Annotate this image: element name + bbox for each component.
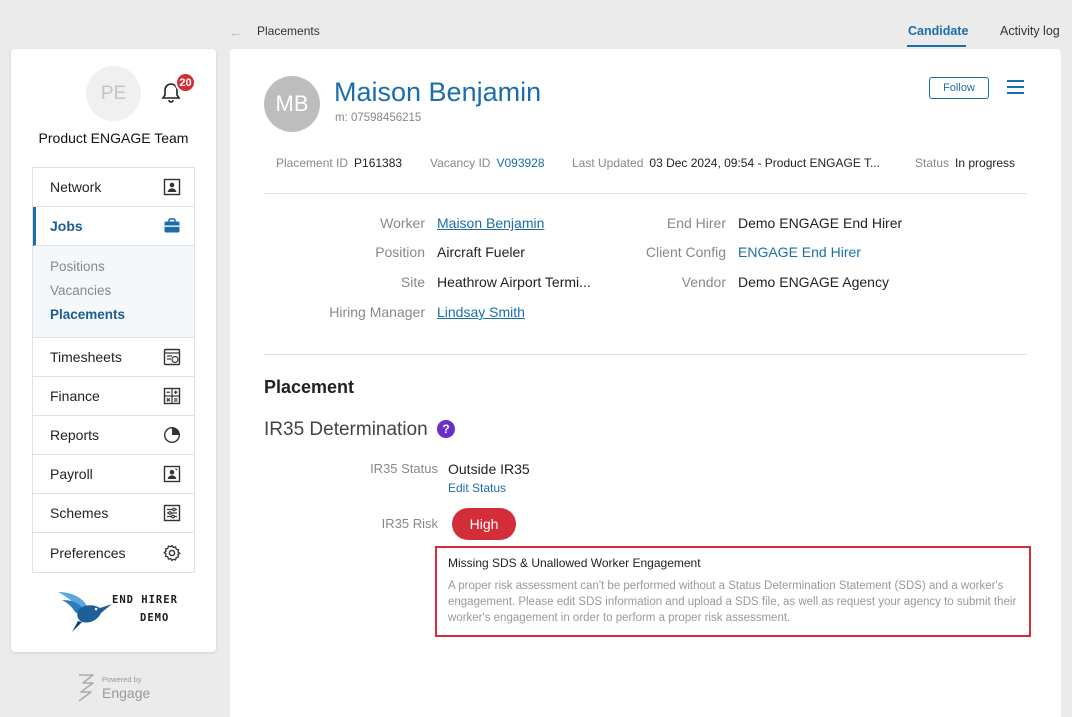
client-config-link[interactable]: ENGAGE End Hirer	[738, 244, 861, 260]
divider	[264, 193, 1027, 194]
vacancy-id-link[interactable]: V093928	[496, 156, 544, 170]
tab-activity-log[interactable]: Activity log	[1000, 24, 1060, 38]
payroll-icon	[163, 465, 181, 483]
ir35-determination-title: IR35 Determination	[264, 419, 428, 440]
meta-last-updated: Last Updated 03 Dec 2024, 09:54 - Product…	[572, 156, 880, 170]
candidate-name: Maison Benjamin	[334, 77, 542, 107]
ir35-risk-label: IR35 Risk	[381, 516, 438, 531]
hamburger-menu-icon[interactable]	[1007, 80, 1024, 94]
meta-label: Last Updated	[572, 156, 644, 170]
sidebar: PE 20 Product ENGAGE Team Network Jobs P…	[11, 49, 216, 652]
timesheet-icon	[163, 348, 181, 366]
field-label-client-config: Client Config	[645, 244, 726, 260]
field-value-site: Heathrow Airport Termi...	[437, 274, 591, 290]
team-name: Product ENGAGE Team	[38, 130, 189, 146]
field-label-vendor: Vendor	[681, 274, 726, 290]
main-panel: MB Maison Benjamin m: 07598456215 Follow…	[230, 49, 1061, 717]
tab-candidate[interactable]: Candidate	[908, 24, 968, 38]
sidebar-item-preferences[interactable]: Preferences	[33, 533, 194, 572]
meta-value: P161383	[354, 156, 403, 170]
ir35-status-value: Outside IR35	[448, 461, 530, 477]
powered-by-engage: Powered by Engage	[75, 672, 155, 706]
meta-status: Status In progress	[915, 156, 1015, 170]
sidebar-item-jobs[interactable]: Jobs	[33, 207, 194, 246]
notification-badge[interactable]: 20	[175, 72, 196, 93]
sidebar-item-label: Timesheets	[50, 349, 122, 365]
meta-vacancy-id: Vacancy ID V093928	[430, 156, 545, 170]
powered-by-label: Powered by	[102, 675, 142, 684]
field-label-hiring-manager: Hiring Manager	[329, 304, 425, 320]
subnav-item-placements[interactable]: Placements	[50, 303, 194, 327]
alert-title: Missing SDS & Unallowed Worker Engagemen…	[448, 556, 701, 570]
briefcase-icon	[164, 218, 180, 233]
sidebar-item-label: Reports	[50, 427, 100, 443]
sidebar-nav: Network Jobs Positions Vacancies Placeme…	[32, 167, 195, 573]
team-avatar[interactable]: PE	[86, 66, 141, 121]
help-icon[interactable]: ?	[437, 420, 455, 438]
gear-icon	[163, 544, 181, 561]
field-label-position: Position	[375, 244, 425, 260]
risk-badge: High	[452, 508, 516, 540]
hiring-manager-link[interactable]: Lindsay Smith	[437, 304, 525, 320]
end-hirer-logo: END HIRER DEMO	[54, 586, 184, 634]
jobs-subnav: Positions Vacancies Placements	[33, 246, 194, 338]
contact-card-icon	[163, 178, 181, 196]
subnav-item-positions[interactable]: Positions	[50, 255, 194, 279]
field-value-end-hirer: Demo ENGAGE End Hirer	[738, 215, 903, 231]
pie-chart-icon	[163, 426, 181, 444]
field-label-end-hirer: End Hirer	[666, 215, 726, 231]
active-tab-underline	[907, 45, 966, 47]
sidebar-item-label: Preferences	[50, 544, 126, 561]
engage-logo-icon	[78, 674, 94, 702]
field-value-vendor: Demo ENGAGE Agency	[738, 274, 889, 290]
status-value: In progress	[955, 156, 1016, 170]
back-arrow-icon[interactable]: ←	[229, 24, 243, 40]
sidebar-item-timesheets[interactable]: Timesheets	[33, 338, 194, 377]
sidebar-item-label: Finance	[50, 388, 100, 404]
subnav-item-vacancies[interactable]: Vacancies	[50, 279, 194, 303]
sidebar-item-finance[interactable]: Finance	[33, 377, 194, 416]
meta-placement-id: Placement ID P161383	[276, 156, 402, 170]
sliders-icon	[163, 504, 181, 522]
divider	[264, 354, 1027, 355]
sidebar-item-schemes[interactable]: Schemes	[33, 494, 194, 533]
candidate-avatar: MB	[264, 76, 320, 132]
powered-by-brand: Engage	[102, 685, 151, 701]
meta-value: 03 Dec 2024, 09:54 - Product ENGAGE T...	[649, 156, 880, 170]
worker-link[interactable]: Maison Benjamin	[437, 215, 544, 231]
candidate-mobile: m: 07598456215	[335, 112, 422, 124]
calculator-icon	[163, 387, 181, 405]
meta-label: Vacancy ID	[430, 156, 491, 170]
field-label-worker: Worker	[380, 215, 425, 231]
breadcrumb[interactable]: Placements	[257, 24, 320, 38]
sidebar-item-label: Payroll	[50, 466, 93, 482]
sidebar-item-label: Network	[50, 179, 102, 195]
sidebar-item-network[interactable]: Network	[33, 168, 194, 207]
meta-label: Status	[915, 156, 950, 170]
logo-text-line1: END HIRER	[112, 594, 178, 606]
edit-status-link[interactable]: Edit Status	[448, 481, 506, 495]
alert-body: A proper risk assessment can't be perfor…	[448, 580, 1017, 624]
hummingbird-logo-icon	[58, 592, 112, 632]
logo-text-line2: DEMO	[140, 612, 170, 624]
meta-label: Placement ID	[276, 156, 349, 170]
field-label-site: Site	[400, 274, 425, 290]
sidebar-item-label: Jobs	[50, 218, 83, 234]
sidebar-item-label: Schemes	[50, 505, 109, 521]
sidebar-item-payroll[interactable]: Payroll	[33, 455, 194, 494]
ir35-status-label: IR35 Status	[370, 461, 438, 476]
sidebar-item-reports[interactable]: Reports	[33, 416, 194, 455]
follow-button[interactable]: Follow	[929, 77, 989, 99]
risk-alert-box: Missing SDS & Unallowed Worker Engagemen…	[435, 546, 1031, 637]
field-value-position: Aircraft Fueler	[437, 244, 525, 260]
section-title-placement: Placement	[264, 377, 355, 397]
